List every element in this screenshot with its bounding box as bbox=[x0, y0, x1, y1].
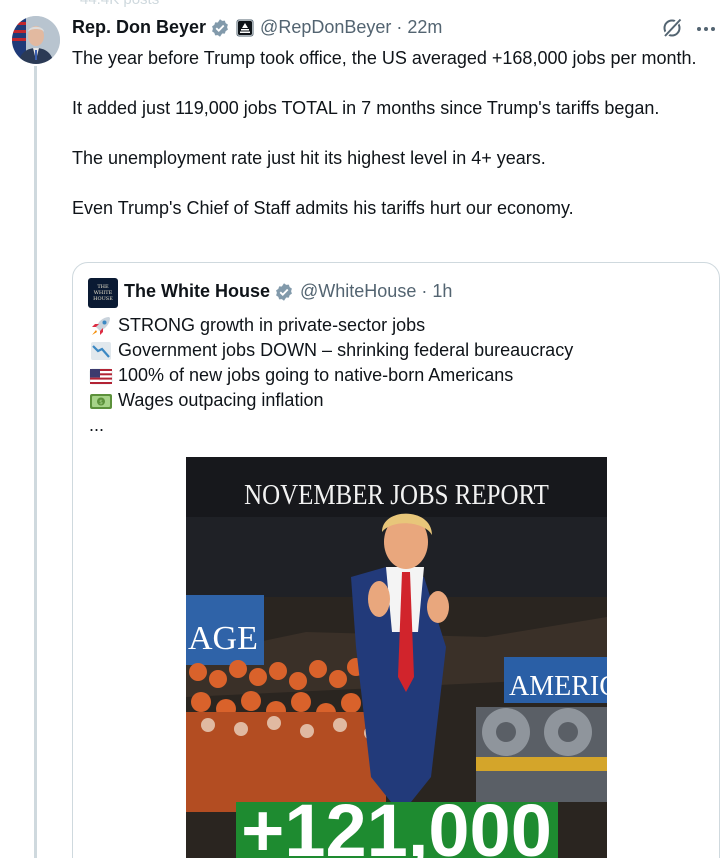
header-separator: · bbox=[396, 17, 403, 37]
sign-left-text: AGE bbox=[188, 620, 258, 657]
chart-decreasing-emoji-icon bbox=[91, 341, 111, 360]
quoted-line-text: Government jobs DOWN – shrinking federal… bbox=[118, 340, 574, 360]
tweet-paragraph: Even Trump's Chief of Staff admits his t… bbox=[72, 198, 574, 218]
government-badge-icon[interactable] bbox=[236, 19, 254, 37]
author-avatar[interactable] bbox=[12, 16, 60, 64]
quoted-line: $ Wages outpacing inflation bbox=[89, 388, 573, 413]
quoted-line: STRONG growth in private-sector jobs bbox=[89, 313, 573, 338]
quoted-line: 100% of new jobs going to native-born Am… bbox=[89, 363, 573, 388]
tweet-header: Rep. Don Beyer @RepDonBeyer · 22m bbox=[72, 17, 442, 38]
quoted-tweet-card[interactable]: THE WHITE HOUSE The White House @WhiteHo… bbox=[72, 262, 720, 858]
quoted-ellipsis: ... bbox=[89, 415, 105, 435]
verified-badge-icon[interactable] bbox=[210, 18, 230, 38]
grok-icon[interactable] bbox=[660, 16, 684, 40]
quoted-line-text: 100% of new jobs going to native-born Am… bbox=[118, 365, 514, 385]
tweet-paragraph: It added just 119,000 jobs TOTAL in 7 mo… bbox=[72, 98, 660, 118]
quoted-line: Government jobs DOWN – shrinking federal… bbox=[89, 338, 573, 363]
quoted-header-separator: · bbox=[421, 281, 428, 301]
quoted-media-image[interactable]: AGE AMERICA bbox=[186, 457, 607, 858]
money-emoji-icon: $ bbox=[90, 393, 112, 409]
tweet-paragraph: The year before Trump took office, the U… bbox=[72, 48, 697, 68]
author-name[interactable]: Rep. Don Beyer bbox=[72, 17, 206, 38]
svg-text:$: $ bbox=[99, 399, 103, 406]
avatar-portrait bbox=[12, 16, 60, 64]
rocket-emoji-icon bbox=[92, 316, 110, 335]
tweet-text: The year before Trump took office, the U… bbox=[72, 46, 712, 246]
author-handle[interactable]: @RepDonBeyer bbox=[260, 17, 391, 38]
media-headline-number: +121,000 bbox=[241, 789, 552, 858]
quoted-tweet-text: STRONG growth in private-sector jobs Gov… bbox=[89, 313, 573, 438]
quoted-avatar-text: THE WHITE HOUSE bbox=[93, 284, 113, 302]
media-title: NOVEMBER JOBS REPORT bbox=[244, 479, 549, 511]
quoted-tweet-timestamp[interactable]: 1h bbox=[432, 281, 452, 302]
thread-connector-line bbox=[34, 66, 37, 858]
tweet-timestamp[interactable]: 22m bbox=[407, 17, 442, 38]
quoted-line-text: STRONG growth in private-sector jobs bbox=[118, 315, 426, 335]
sign-right-text: AMERICA bbox=[509, 671, 607, 702]
us-flag-emoji-icon bbox=[89, 368, 113, 384]
more-options-icon[interactable] bbox=[694, 18, 718, 40]
tweet-paragraph: The unemployment rate just hit its highe… bbox=[72, 148, 546, 168]
quoted-author-handle[interactable]: @WhiteHouse bbox=[300, 281, 416, 302]
verified-badge-icon[interactable] bbox=[274, 282, 294, 302]
previous-tweet-peek: 44.4K posts bbox=[80, 0, 159, 8]
quoted-line-text: Wages outpacing inflation bbox=[118, 390, 324, 410]
quoted-tweet-header: The White House @WhiteHouse · 1h bbox=[124, 281, 452, 302]
quoted-author-name[interactable]: The White House bbox=[124, 281, 270, 302]
quoted-author-avatar[interactable]: THE WHITE HOUSE bbox=[88, 278, 118, 308]
